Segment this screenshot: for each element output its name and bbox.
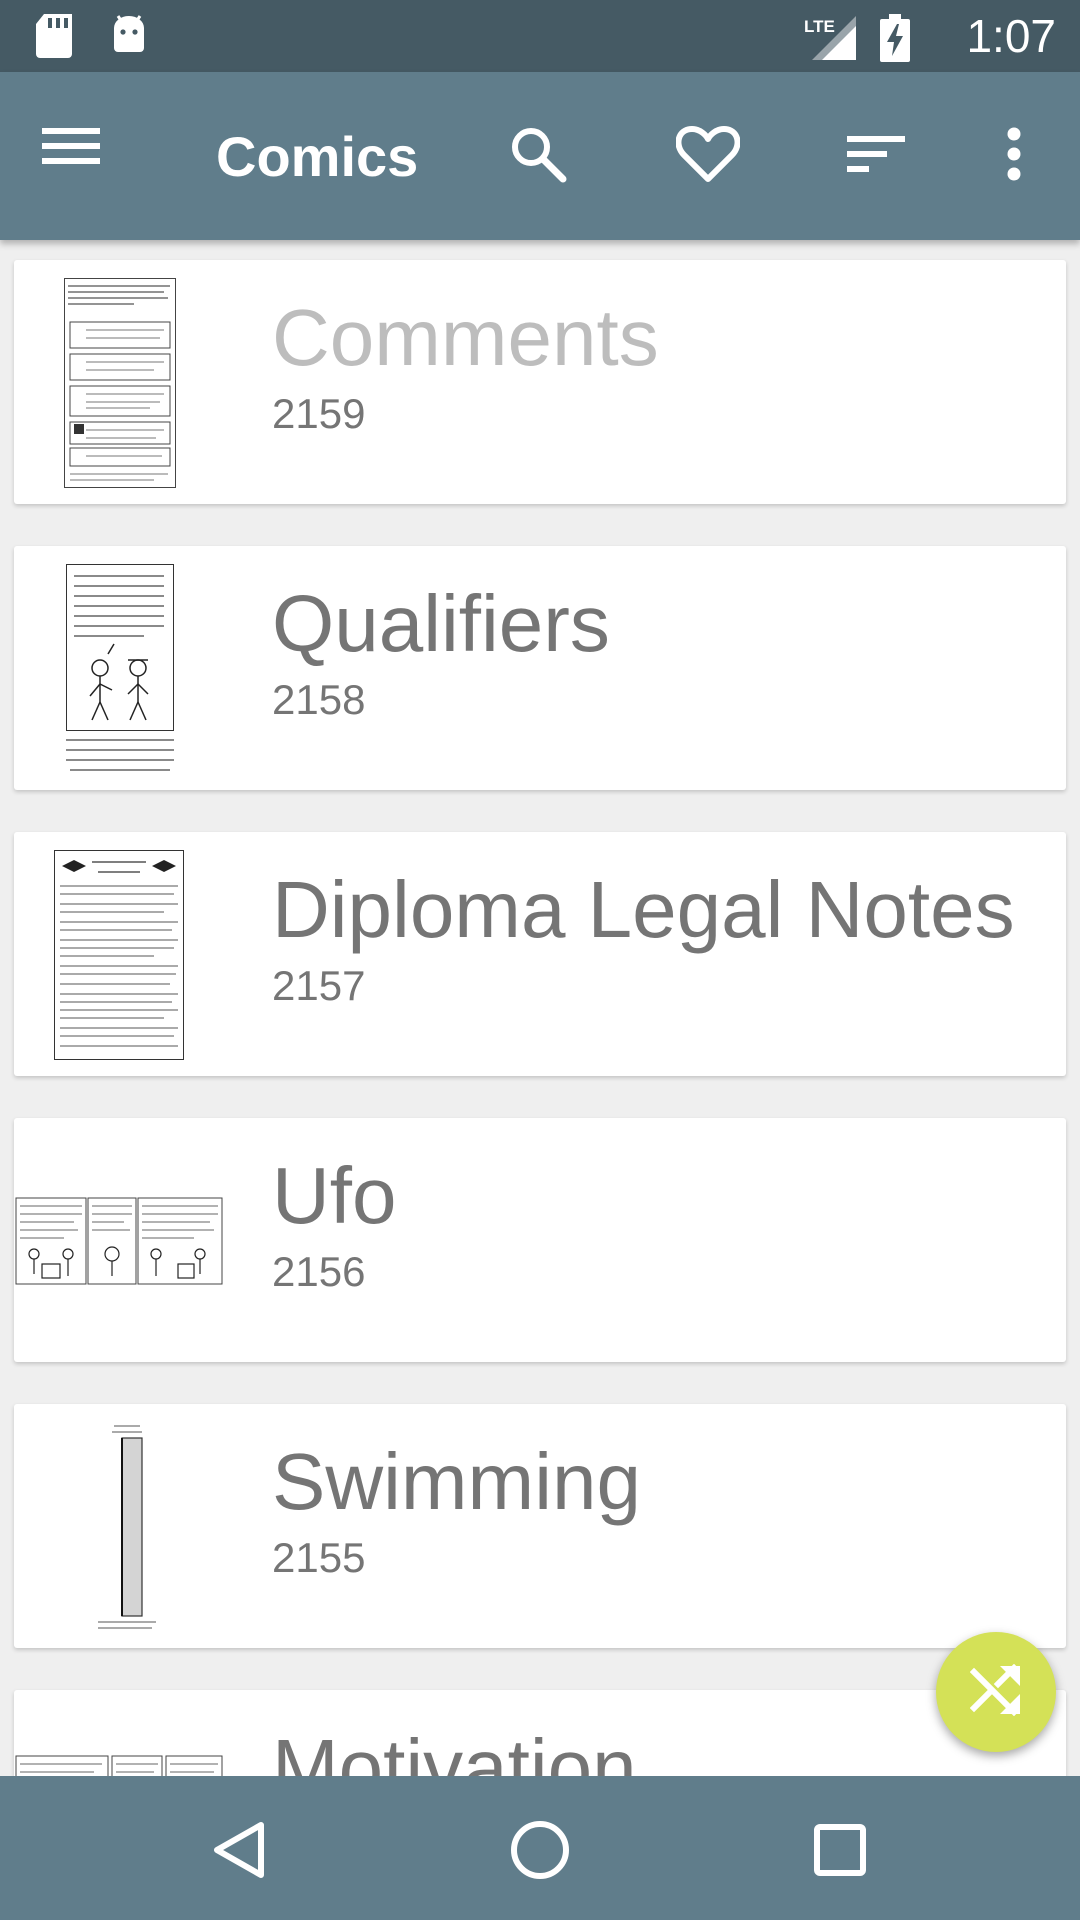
comic-number: 2155: [272, 1534, 366, 1581]
more-options-button[interactable]: [978, 120, 1050, 192]
comic-thumbnail: [64, 564, 176, 776]
recents-icon: [812, 1822, 868, 1883]
comic-card[interactable]: Motivation: [14, 1690, 1066, 1776]
comic-title: Motivation: [272, 1723, 637, 1776]
comic-card[interactable]: Comments 2159: [14, 260, 1066, 504]
lte-signal-icon: LTE: [804, 16, 860, 65]
svg-text:LTE: LTE: [804, 17, 835, 36]
comic-thumbnail: [64, 278, 176, 488]
shuffle-icon: [969, 1663, 1022, 1721]
comic-card[interactable]: Ufo 2156: [14, 1118, 1066, 1362]
status-bar: LTE 1:07: [0, 0, 1080, 72]
comic-number: 2158: [272, 676, 366, 723]
comic-title: Ufo: [272, 1151, 397, 1240]
comic-title: Swimming: [272, 1437, 641, 1526]
more-vert-icon: [1006, 127, 1022, 186]
back-icon: [209, 1819, 271, 1886]
battery-charging-icon: [880, 14, 910, 67]
comic-number: 2156: [272, 1248, 366, 1295]
menu-button[interactable]: [42, 124, 112, 188]
menu-icon: [42, 128, 100, 172]
random-comic-button[interactable]: [936, 1632, 1056, 1752]
navigation-bar: [0, 1776, 1080, 1920]
search-button[interactable]: [502, 120, 574, 192]
comic-thumbnail: [92, 1422, 162, 1634]
comic-card[interactable]: Qualifiers 2158: [14, 546, 1066, 790]
favorites-button[interactable]: [672, 120, 744, 192]
comic-card[interactable]: Swimming 2155: [14, 1404, 1066, 1648]
page-title: Comics: [216, 125, 419, 188]
comic-list[interactable]: Comments 2159 Qualifiers 2158 Diploma Le…: [0, 240, 1080, 1776]
heart-icon: [675, 125, 741, 188]
comic-title: Diploma Legal Notes: [272, 865, 1015, 954]
comic-card[interactable]: Diploma Legal Notes 2157: [14, 832, 1066, 1076]
comic-number: 2159: [272, 390, 366, 437]
comic-number: 2157: [272, 962, 366, 1009]
comic-thumbnail: [14, 1754, 224, 1776]
comic-thumbnail: [14, 1196, 224, 1286]
app-bar: Comics: [0, 72, 1080, 240]
android-icon: [110, 14, 148, 63]
comic-title: Qualifiers: [272, 579, 610, 668]
comic-thumbnail: [54, 850, 184, 1060]
home-button[interactable]: [500, 1812, 580, 1892]
status-clock: 1:07: [966, 10, 1056, 62]
back-button[interactable]: [200, 1812, 280, 1892]
sort-icon: [847, 132, 905, 181]
search-icon: [509, 125, 567, 188]
comic-title: Comments: [272, 293, 659, 382]
sort-button[interactable]: [840, 120, 912, 192]
recents-button[interactable]: [800, 1812, 880, 1892]
home-icon: [509, 1819, 571, 1886]
sd-card-icon: [36, 14, 72, 63]
